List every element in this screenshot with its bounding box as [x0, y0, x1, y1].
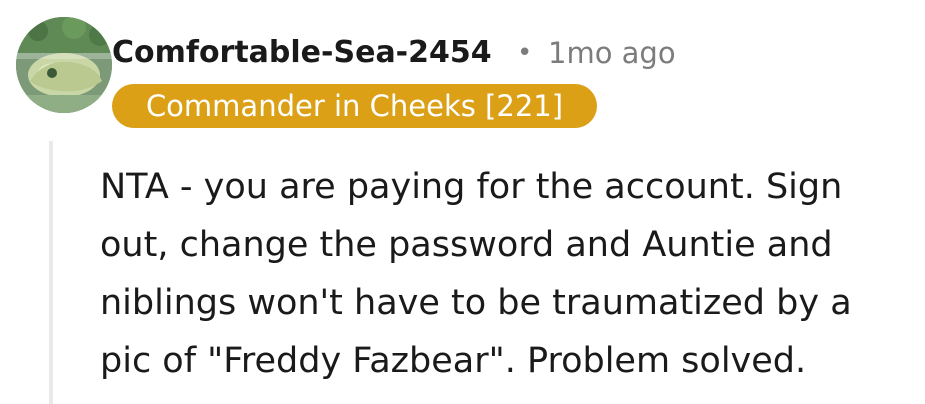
- thread-line[interactable]: [49, 141, 53, 404]
- comment-timestamp[interactable]: 1mo ago: [548, 31, 676, 75]
- avatar-image: [16, 17, 112, 113]
- comment-body: NTA - you are paying for the account. Si…: [100, 158, 900, 390]
- comment-author[interactable]: Comfortable-Sea-2454: [112, 31, 492, 75]
- comment-text: NTA - you are paying for the account. Si…: [100, 167, 852, 381]
- user-flair: Commander in Cheeks [221]: [112, 84, 597, 128]
- meta-separator: •: [517, 38, 533, 68]
- user-avatar[interactable]: [16, 17, 112, 113]
